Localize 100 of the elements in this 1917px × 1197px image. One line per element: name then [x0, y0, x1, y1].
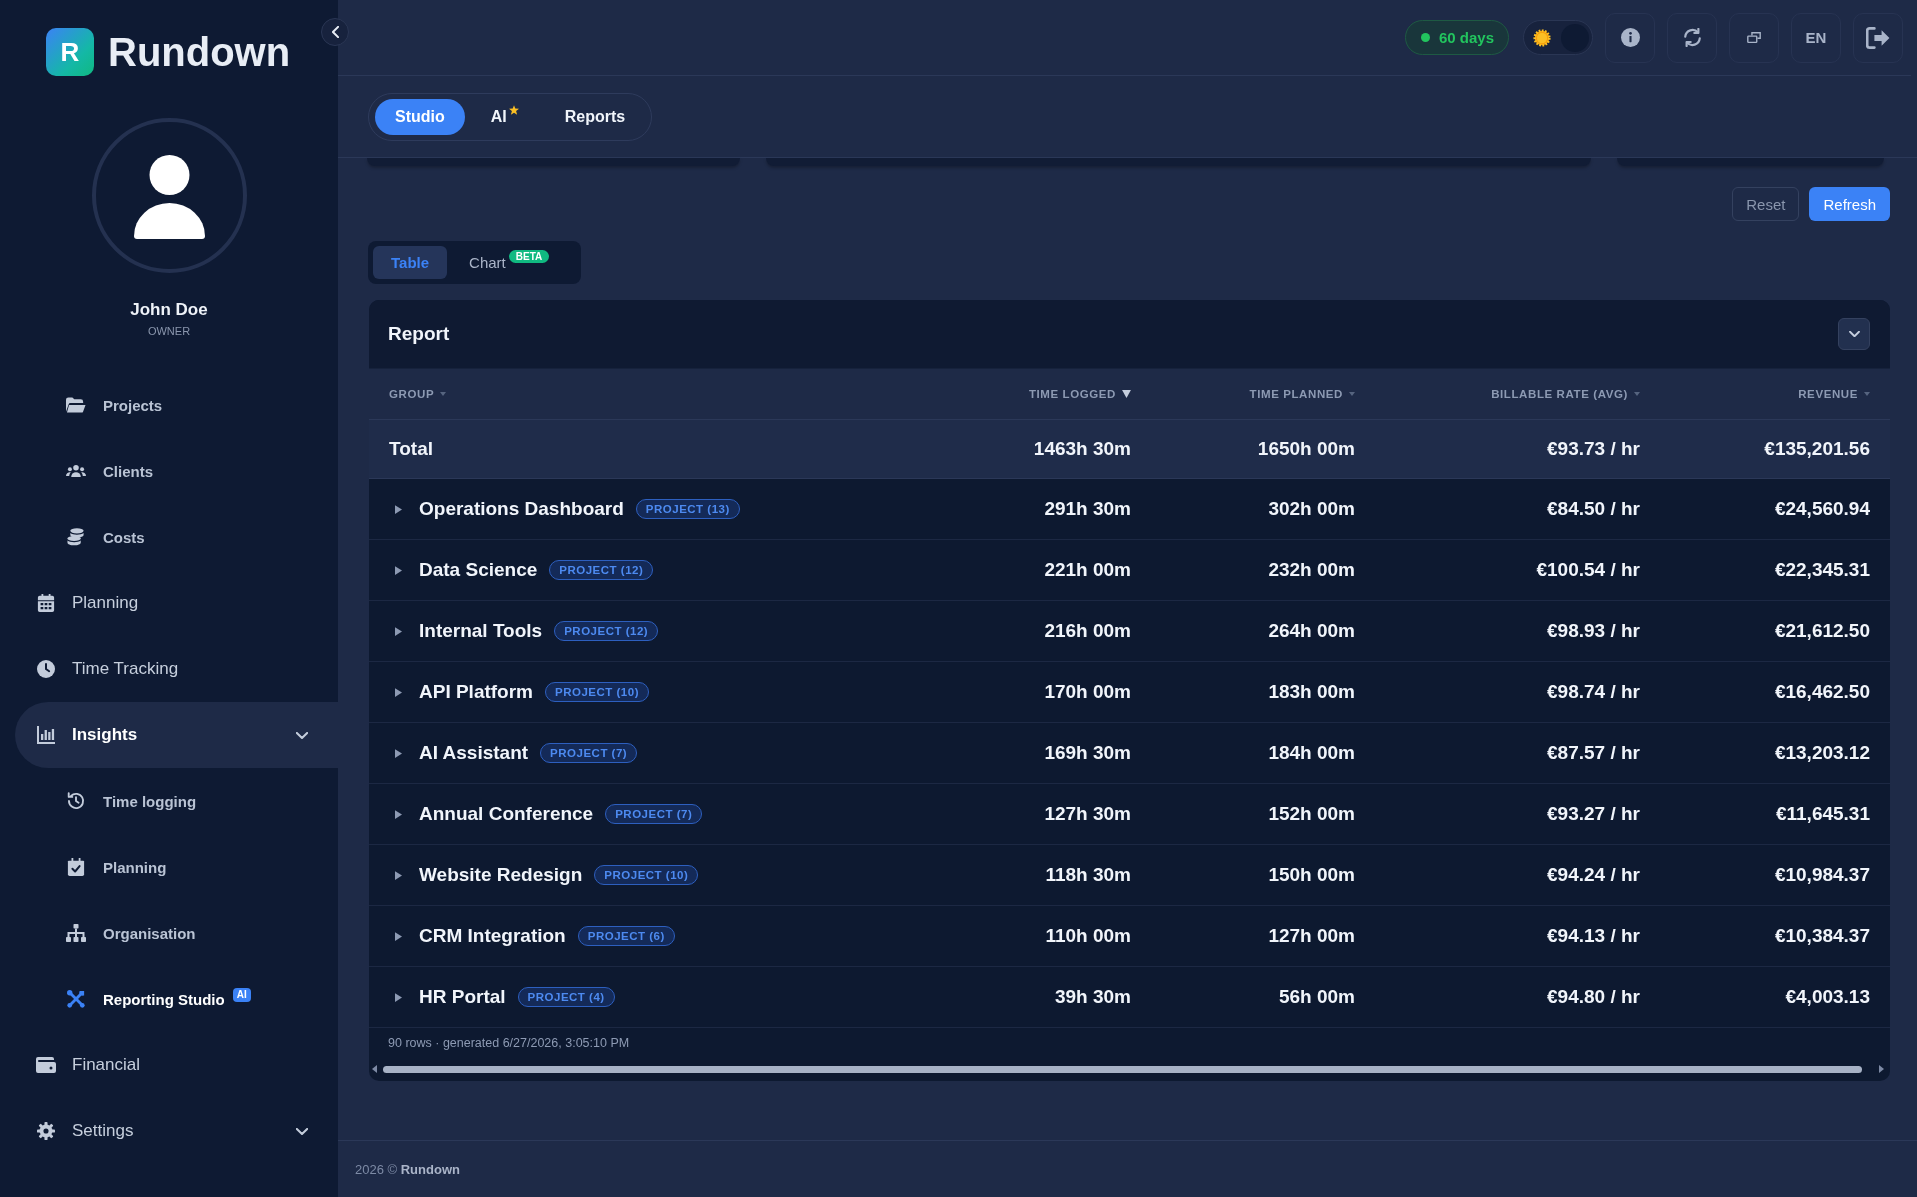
- table-cell-text: 127h 00m: [1267, 925, 1355, 947]
- sidebar-item[interactable]: Clients: [0, 438, 320, 504]
- info-button[interactable]: [1605, 12, 1655, 63]
- group-name: Internal Tools: [419, 620, 543, 642]
- table-cell-text: €10,984.37: [1773, 864, 1871, 886]
- refresh-button[interactable]: [1667, 12, 1717, 63]
- folder-icon: [66, 396, 86, 414]
- user-name: John Doe: [130, 300, 208, 320]
- table-cell-text: €4,003.13: [1784, 986, 1871, 1008]
- column-header[interactable]: GROUP: [369, 388, 901, 400]
- table-cell-text: 152h 00m: [1267, 803, 1355, 825]
- table-cell-text: €87.57 / hr: [1546, 742, 1640, 764]
- table-cell-text: Total: [388, 438, 434, 460]
- table-cell-text: 264h 00m: [1267, 620, 1355, 642]
- status-dot-icon: [1420, 33, 1430, 42]
- caret-right-icon[interactable]: [395, 870, 402, 880]
- group-name: Annual Conference: [419, 803, 594, 825]
- trial-badge-text: 60 days: [1438, 29, 1494, 46]
- group-name: HR Portal: [419, 986, 506, 1008]
- project-tag: PROJECT (13): [635, 499, 740, 519]
- table-cell-text: €98.93 / hr: [1546, 620, 1640, 642]
- table-cell-text: 110h 00m: [1044, 925, 1131, 947]
- sidebar-item[interactable]: Planning: [0, 834, 320, 900]
- copyright-text: 2026 © Rundown: [355, 1161, 460, 1177]
- table-cell-text: €94.24 / hr: [1546, 864, 1640, 886]
- table-cell-text: €135,201.56: [1763, 438, 1871, 460]
- caret-right-icon[interactable]: [395, 992, 402, 1002]
- table-cell-text: 183h 00m: [1267, 681, 1355, 703]
- table-cell-text: 150h 00m: [1267, 864, 1355, 886]
- chevron-down-icon: [296, 731, 308, 739]
- caret-right-icon[interactable]: [395, 748, 402, 758]
- sidebar-item[interactable]: Reporting Studio AI: [0, 966, 320, 1032]
- caret-right-icon[interactable]: [395, 687, 402, 697]
- sidebar-item[interactable]: Time logging: [0, 768, 320, 834]
- language-button[interactable]: EN: [1791, 12, 1841, 63]
- tab[interactable]: Reports: [544, 98, 646, 135]
- project-tag: PROJECT (4): [517, 987, 615, 1007]
- group-name: Data Science: [419, 559, 538, 581]
- calendar-check-icon: [66, 858, 86, 876]
- sidebar-item[interactable]: Time Tracking: [15, 636, 338, 702]
- project-tag: PROJECT (7): [605, 804, 703, 824]
- column-header[interactable]: TIME LOGGED: [901, 388, 1131, 400]
- user-role: OWNER: [147, 324, 191, 338]
- chevron-down-icon: [296, 1127, 308, 1135]
- sidebar-item[interactable]: Costs: [0, 504, 320, 570]
- project-tag: PROJECT (10): [594, 865, 699, 885]
- coins-icon: [66, 528, 86, 546]
- table-cell-text: €93.73 / hr: [1546, 438, 1640, 460]
- logout-icon: [1866, 26, 1890, 49]
- table-cell-text: 118h 30m: [1044, 864, 1131, 886]
- collapse-button[interactable]: [1838, 318, 1870, 350]
- sidebar-item[interactable]: Financial: [15, 1032, 338, 1098]
- project-tag: PROJECT (6): [577, 926, 675, 946]
- logout-button[interactable]: [1853, 12, 1903, 63]
- theme-toggle[interactable]: [1523, 20, 1593, 55]
- table-cell-text: €21,612.50: [1773, 620, 1871, 642]
- sidebar-item[interactable]: Insights: [15, 702, 338, 768]
- sidebar-item[interactable]: Planning: [15, 570, 338, 636]
- ai-badge: AI: [232, 988, 251, 1002]
- tab[interactable]: Studio: [375, 98, 465, 135]
- caret-right-icon[interactable]: [395, 931, 402, 941]
- windows-button[interactable]: [1729, 12, 1779, 63]
- table-cell-text: €94.13 / hr: [1546, 925, 1640, 947]
- clock-icon: [36, 660, 56, 678]
- table-cell-text: 184h 00m: [1267, 742, 1355, 764]
- column-header[interactable]: TIME PLANNED: [1131, 388, 1355, 400]
- view-tab[interactable]: Chart BETA: [455, 246, 564, 279]
- sidebar-item[interactable]: Organisation: [0, 900, 320, 966]
- caret-right-icon[interactable]: [395, 809, 402, 819]
- column-header[interactable]: BILLABLE RATE (AVG): [1355, 388, 1640, 400]
- column-header[interactable]: REVENUE: [1640, 388, 1890, 400]
- table-cell-text: 216h 00m: [1043, 620, 1131, 642]
- brand-name: Rundown: [108, 29, 291, 76]
- sitemap-icon: [66, 924, 86, 942]
- tab[interactable]: AI: [470, 98, 539, 135]
- sidebar-item[interactable]: Projects: [0, 372, 320, 438]
- group-name: API Platform: [419, 681, 534, 703]
- info-icon: [1620, 28, 1640, 47]
- table-cell-text: €93.27 / hr: [1546, 803, 1640, 825]
- scroll-left-icon[interactable]: [372, 1065, 377, 1073]
- tools-icon: [66, 990, 86, 1008]
- refresh-icon: [1682, 28, 1702, 47]
- group-name: Website Redesign: [419, 864, 583, 886]
- table-cell-text: €84.50 / hr: [1546, 498, 1640, 520]
- caret-right-icon[interactable]: [395, 565, 402, 575]
- table-cell-text: €13,203.12: [1773, 742, 1871, 764]
- users-icon: [66, 462, 86, 480]
- reset-button[interactable]: Reset: [1732, 187, 1800, 221]
- table-cell-text: 302h 00m: [1267, 498, 1355, 520]
- history-icon: [66, 792, 86, 810]
- caret-right-icon[interactable]: [395, 504, 402, 514]
- refresh-button[interactable]: Refresh: [1809, 187, 1890, 221]
- scrollbar-thumb[interactable]: [383, 1065, 1862, 1073]
- caret-right-icon[interactable]: [395, 626, 402, 636]
- sidebar-item[interactable]: Settings: [15, 1098, 338, 1164]
- group-name: CRM Integration: [419, 925, 566, 947]
- table-cell-text: 127h 30m: [1043, 803, 1131, 825]
- scroll-right-icon[interactable]: [1879, 1065, 1884, 1073]
- table-cell-text: 169h 30m: [1043, 742, 1131, 764]
- table-cell-text: 1650h 00m: [1256, 438, 1355, 460]
